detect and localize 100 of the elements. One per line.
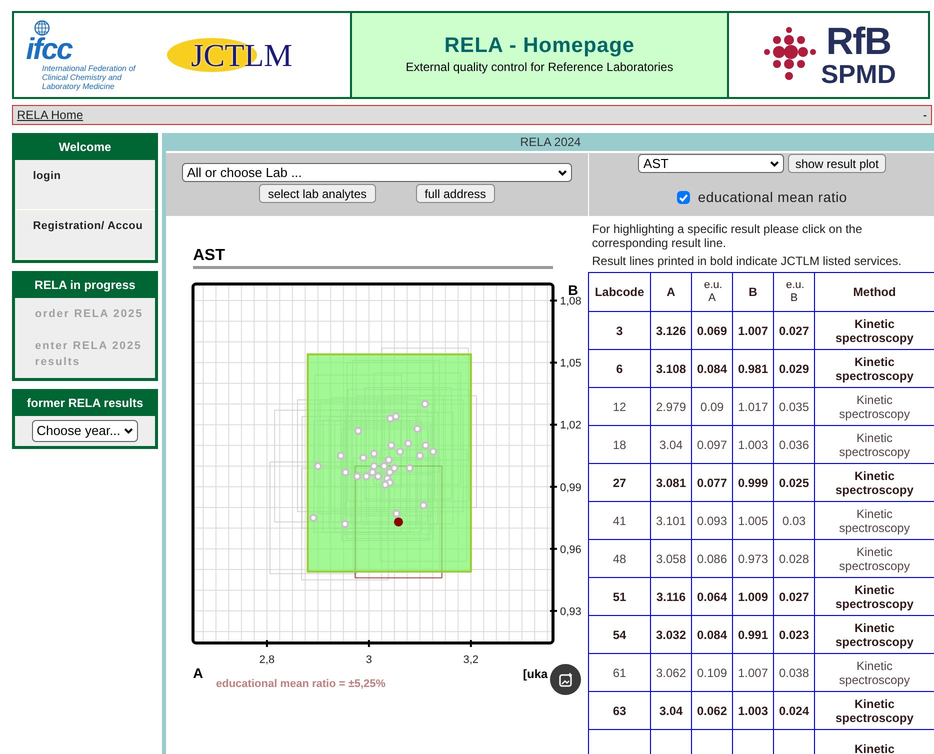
- result-row[interactable]: 54 3.032 0.084 0.991 0.023 Kinetic spectroscopy: [588, 616, 934, 654]
- result-row[interactable]: Kinetic: [588, 730, 934, 754]
- breadcrumb-marker: -: [923, 107, 927, 124]
- tick-mark: [368, 640, 370, 647]
- table-cell: 0.027: [778, 590, 810, 604]
- tick-mark: [550, 610, 557, 612]
- table-cell: 1.009: [738, 590, 768, 604]
- image-action-button[interactable]: [550, 664, 581, 695]
- table-cell: Kinetic: [854, 742, 894, 754]
- tick-label: 0,93: [560, 606, 582, 618]
- lab-dropdown[interactable]: All or choose Lab ...: [182, 163, 572, 182]
- table-cell: 1.007: [738, 666, 768, 680]
- table-cell: 0.029: [778, 362, 810, 376]
- table-cell: 0.036: [778, 438, 810, 452]
- result-row[interactable]: 12 2.979 0.09 1.017 0.035 Kinetic spectroscopy: [588, 388, 934, 426]
- action-button[interactable]: full address: [416, 184, 496, 203]
- table-cell: 3.101: [656, 514, 686, 528]
- result-row[interactable]: 51 3.116 0.064 1.009 0.027 Kinetic spectroscopy: [588, 578, 934, 616]
- table-cell: 51: [612, 590, 626, 604]
- table-cell: 63: [612, 704, 626, 718]
- table-cell: 2.979: [656, 400, 686, 414]
- table-cell: Kinetic spectroscopy: [839, 392, 910, 420]
- table-cell: 1.003: [738, 438, 768, 452]
- table-cell: 27: [612, 476, 626, 490]
- table-cell: 3.058: [656, 552, 686, 566]
- table-cell: 18: [612, 438, 626, 452]
- tick-mark: [550, 362, 557, 364]
- table-cell: Kinetic spectroscopy: [839, 506, 910, 534]
- table-cell: 1.017: [738, 400, 768, 414]
- result-row[interactable]: 18 3.04 0.097 1.003 0.036 Kinetic spectroscopy: [588, 426, 934, 464]
- sidebar-link[interactable]: login: [33, 168, 155, 184]
- table-cell: 0.09: [700, 400, 724, 414]
- tick-label: 1,08: [560, 296, 582, 308]
- tick-label: 3,2: [463, 654, 479, 666]
- table-cell: 0.097: [696, 438, 728, 452]
- result-row[interactable]: 61 3.062 0.109 1.007 0.038 Kinetic spectroscopy: [588, 654, 934, 692]
- table-cell: 3.116: [656, 590, 686, 604]
- table-cell: 1.003: [738, 704, 768, 718]
- table-cell: Kinetic spectroscopy: [839, 658, 910, 686]
- table-cell: 1.007: [738, 324, 768, 338]
- action-button[interactable]: select lab analytes: [258, 184, 376, 203]
- column-header: Labcode: [588, 272, 650, 312]
- home-link[interactable]: RELA Home: [17, 106, 84, 124]
- table-cell: Kinetic spectroscopy: [835, 468, 914, 496]
- panel-title: former RELA results: [15, 392, 155, 416]
- axis-label: B: [568, 282, 578, 298]
- unit-label: [uka: [523, 667, 548, 681]
- chevron-icon: [770, 160, 780, 166]
- image-edit-icon: [558, 672, 574, 688]
- globe-icon: [34, 20, 50, 36]
- result-row[interactable]: 41 3.101 0.093 1.005 0.03 Kinetic spectroscopy: [588, 502, 934, 540]
- table-cell: 41: [612, 514, 626, 528]
- tick-label: 2,8: [259, 654, 275, 666]
- section-header: RELA 2024: [166, 133, 934, 151]
- tick-mark: [470, 640, 472, 647]
- tick-mark: [550, 548, 557, 550]
- table-cell: 0.999: [738, 476, 768, 490]
- result-row[interactable]: 48 3.058 0.086 0.973 0.028 Kinetic spectroscopy: [588, 540, 934, 578]
- tick-label: 0,99: [560, 482, 582, 494]
- show-plot-button[interactable]: show result plot: [788, 154, 886, 173]
- table-cell: 0.981: [738, 362, 768, 376]
- table-cell: 6: [616, 362, 623, 376]
- table-cell: 0.035: [778, 400, 810, 414]
- column-header: B: [732, 272, 774, 312]
- result-row[interactable]: 6 3.108 0.084 0.981 0.029 Kinetic spectroscopy: [588, 350, 934, 388]
- table-cell: Kinetic spectroscopy: [835, 316, 914, 344]
- table-cell: 1.005: [738, 514, 768, 528]
- table-cell: 3.04: [659, 704, 683, 718]
- column-header: e.u. A: [692, 272, 732, 312]
- analyte-dropdown[interactable]: AST: [638, 154, 784, 173]
- table-cell: 3.081: [656, 476, 686, 490]
- tick-mark: [550, 424, 557, 426]
- tick-label: 1,02: [560, 420, 582, 432]
- table-cell: 0.028: [778, 552, 810, 566]
- table-cell: 0.084: [696, 628, 728, 642]
- checkbox[interactable]: [676, 191, 690, 204]
- table-cell: 0.109: [696, 666, 728, 680]
- table-cell: Kinetic spectroscopy: [835, 696, 914, 724]
- table-cell: 3.04: [659, 438, 683, 452]
- result-row[interactable]: 3 3.126 0.069 1.007 0.027 Kinetic spectroscopy: [588, 312, 934, 350]
- sidebar-link[interactable]: Registration/ Accou: [33, 218, 155, 234]
- chart-title: AST: [193, 246, 553, 269]
- table-cell: 0.064: [696, 590, 728, 604]
- table-cell: 3.108: [656, 362, 686, 376]
- table-cell: 48: [612, 552, 626, 566]
- panel-title: Welcome: [15, 136, 155, 160]
- table-cell: 0.093: [696, 514, 728, 528]
- info-text: For highlighting a specific result please click on the corresponding result line.: [592, 222, 864, 250]
- checkbox-label: educational mean ratio: [698, 188, 848, 207]
- result-row[interactable]: 63 3.04 0.062 1.003 0.024 Kinetic spectroscopy: [588, 692, 934, 730]
- table-cell: 3: [616, 324, 623, 338]
- table-cell: 3.126: [656, 324, 686, 338]
- table-cell: 0.03: [782, 514, 806, 528]
- ifcc-logo: ifcc International Federation of Clinical Chemistry and Laboratory Medicine: [26, 20, 151, 90]
- table-cell: 61: [612, 666, 626, 680]
- table-cell: 0.086: [696, 552, 728, 566]
- result-row[interactable]: 27 3.081 0.077 0.999 0.025 Kinetic spectroscopy: [588, 464, 934, 502]
- table-cell: Kinetic spectroscopy: [835, 582, 914, 610]
- year-dropdown[interactable]: Choose year...: [32, 420, 138, 442]
- page-title: RELA - Homepage: [444, 34, 635, 58]
